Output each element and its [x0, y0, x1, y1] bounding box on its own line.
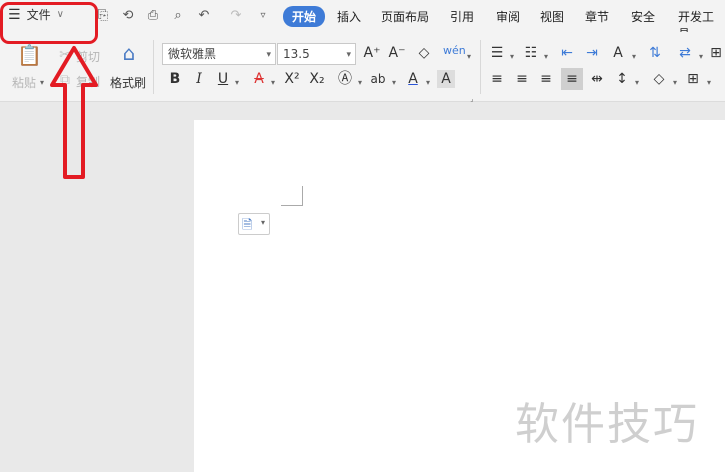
undo-icon[interactable]: ↶ [196, 8, 212, 24]
title-bar: ☰ 文件 ∨ ⎘ ⟲ ⎙ ⌕ ↶ ↷ ▿ 开始 插入 页面布局 引用 审阅 视图… [0, 0, 725, 41]
decrease-indent-icon[interactable]: ⇤ [558, 44, 576, 62]
align-right-icon[interactable]: ≡ [537, 70, 555, 88]
tab-view[interactable]: 视图 [540, 8, 564, 25]
text-effect-dropdown-icon[interactable]: ▾ [356, 74, 364, 92]
watermark-text: 软件技巧 [515, 399, 699, 450]
font-color-icon[interactable]: A [404, 70, 422, 88]
tab-page-layout[interactable]: 页面布局 [381, 8, 429, 25]
format-painter-icon[interactable]: ⌂ [118, 43, 140, 63]
font-color-dropdown-icon[interactable]: ▾ [424, 74, 432, 92]
font-size-value: 13.5 [283, 47, 310, 61]
annotation-arrow-icon [50, 46, 98, 179]
font-dialog-launcher-icon[interactable]: ⌟ [468, 90, 476, 108]
paste-options-button[interactable]: 🗎 ▾ [238, 213, 270, 235]
print-preview-icon[interactable]: ⌕ [170, 8, 186, 24]
ribbon: 📋 粘贴 ▾ ✂ 剪切 ⧉ 复制 ⌂ 格式刷 微软雅黑 ▾ 13.5 ▾ A⁺ … [0, 32, 725, 103]
tab-security[interactable]: 安全 [631, 8, 655, 25]
table-icon[interactable]: ⊞ [707, 44, 725, 62]
text-effect-icon[interactable]: Ⓐ [336, 70, 354, 88]
chevron-down-icon: ▾ [261, 218, 266, 227]
shading-icon[interactable]: ◇ [650, 70, 668, 88]
tab-insert[interactable]: 插入 [337, 8, 361, 25]
paste-icon[interactable]: 📋 [17, 45, 42, 65]
tab-references[interactable]: 引用 [450, 8, 474, 25]
bullet-list-dropdown-icon[interactable]: ▾ [508, 48, 516, 66]
annotation-highlight-box [0, 2, 98, 44]
italic-icon[interactable]: I [190, 70, 208, 88]
paste-button[interactable]: 粘贴 [12, 74, 36, 91]
chevron-down-icon: ▾ [346, 50, 351, 60]
show-hide-dropdown-icon[interactable]: ▾ [697, 48, 705, 66]
tab-section[interactable]: 章节 [585, 8, 609, 25]
print-icon[interactable]: ⎙ [145, 8, 161, 24]
align-left-icon[interactable]: ≡ [488, 70, 506, 88]
show-hide-marks-icon[interactable]: ⇄ [676, 44, 694, 62]
strikethrough-icon[interactable]: A [250, 70, 268, 88]
bullet-list-icon[interactable]: ☰ [488, 44, 506, 62]
distributed-icon[interactable]: ⇹ [588, 70, 606, 88]
tab-home[interactable]: 开始 [283, 6, 326, 27]
document-icon: 🗎 [242, 218, 253, 233]
numbered-list-icon[interactable]: ☷ [522, 44, 540, 62]
export-icon[interactable]: ⟲ [120, 8, 136, 24]
paste-dropdown-icon[interactable]: ▾ [38, 74, 46, 92]
customize-toolbar-icon[interactable]: ▿ [255, 8, 271, 24]
line-spacing-icon[interactable]: ↕ [613, 70, 631, 88]
divider [480, 40, 481, 94]
align-center-icon[interactable]: ≡ [513, 70, 531, 88]
tab-review[interactable]: 审阅 [496, 8, 520, 25]
strikethrough-dropdown-icon[interactable]: ▾ [269, 74, 277, 92]
highlight-icon[interactable]: ab [369, 70, 387, 88]
shrink-font-icon[interactable]: A⁻ [388, 44, 406, 62]
bold-icon[interactable]: B [166, 70, 184, 88]
highlight-dropdown-icon[interactable]: ▾ [390, 74, 398, 92]
increase-indent-icon[interactable]: ⇥ [583, 44, 601, 62]
font-name-select[interactable]: 微软雅黑 ▾ [162, 43, 276, 65]
char-shading-icon[interactable]: A [437, 70, 455, 88]
divider [153, 40, 154, 94]
chinese-layout-dropdown-icon[interactable]: ▾ [630, 48, 638, 66]
subscript-icon[interactable]: X₂ [308, 70, 326, 88]
underline-icon[interactable]: U [214, 70, 232, 88]
format-painter-button[interactable]: 格式刷 [110, 74, 146, 91]
sort-icon[interactable]: ⇅ [646, 44, 664, 62]
shading-dropdown-icon[interactable]: ▾ [671, 74, 679, 92]
redo-icon[interactable]: ↷ [228, 8, 244, 24]
font-size-select[interactable]: 13.5 ▾ [277, 43, 356, 65]
phonetic-guide-icon[interactable]: wén [443, 42, 466, 60]
chinese-layout-icon[interactable]: A [609, 44, 627, 62]
line-spacing-dropdown-icon[interactable]: ▾ [633, 74, 641, 92]
grow-font-icon[interactable]: A⁺ [363, 44, 381, 62]
underline-dropdown-icon[interactable]: ▾ [233, 74, 241, 92]
border-icon[interactable]: ⊞ [684, 70, 702, 88]
border-dropdown-icon[interactable]: ▾ [705, 74, 713, 92]
phonetic-dropdown-icon[interactable]: ▾ [465, 48, 473, 66]
chevron-down-icon: ▾ [266, 50, 271, 60]
margin-corner-mark [281, 186, 303, 206]
font-name-value: 微软雅黑 [168, 47, 217, 61]
numbered-list-dropdown-icon[interactable]: ▾ [542, 48, 550, 66]
justify-icon[interactable]: ≡ [561, 68, 583, 90]
clear-format-icon[interactable]: ◇ [415, 44, 433, 62]
superscript-icon[interactable]: X² [283, 70, 301, 88]
